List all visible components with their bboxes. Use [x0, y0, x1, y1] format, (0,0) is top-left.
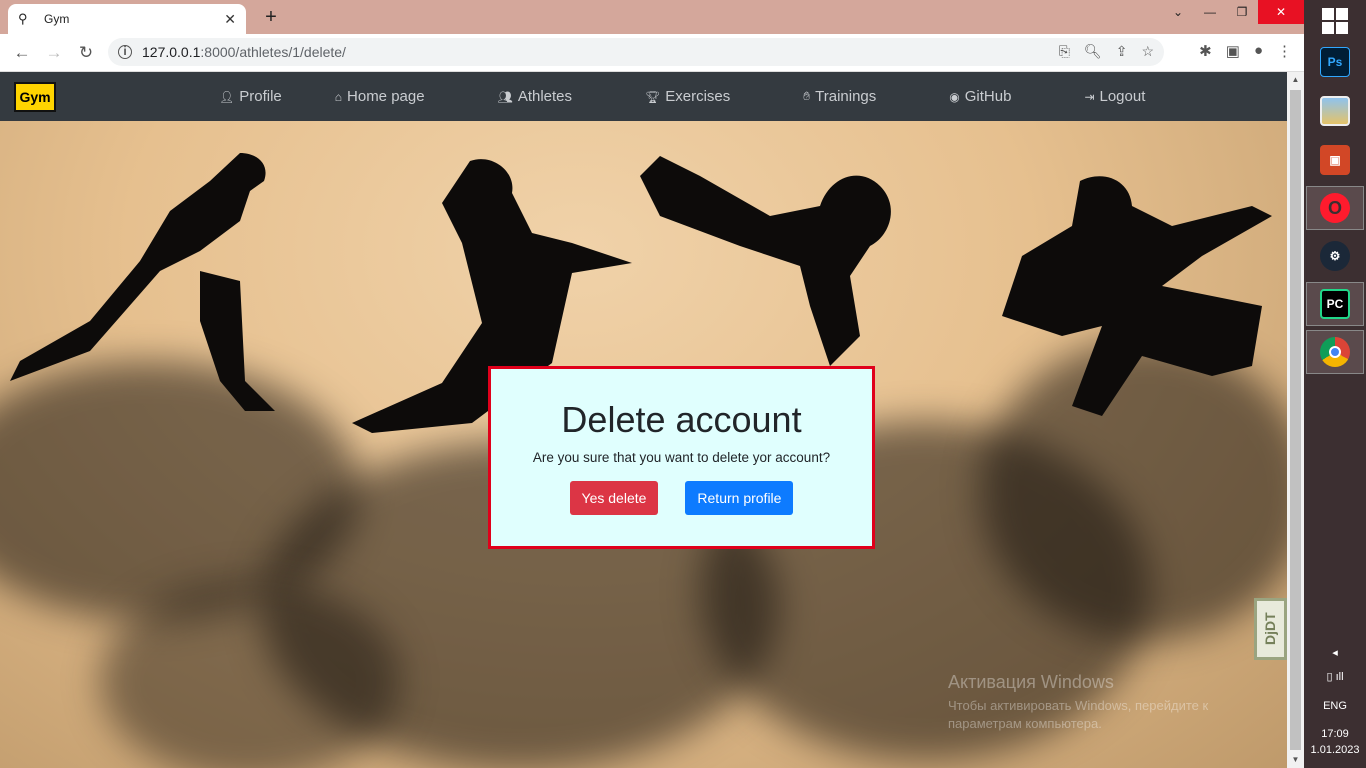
page-viewport: Gym 👤︎ Profile ⌂ Home page 👥︎ Athletes 🏆︎ Ex…	[0, 72, 1287, 768]
brand-logo[interactable]: Gym	[14, 82, 56, 112]
window-controls: ⌄ — ❐ ✕	[1162, 0, 1304, 24]
users-icon: 👥︎	[497, 89, 513, 104]
nav-link-github[interactable]: ◉ GitHub	[949, 72, 1011, 121]
share-icon[interactable]: ⇪	[1116, 43, 1128, 60]
nav-link-trainings[interactable]: ✋︎ Trainings	[803, 72, 876, 121]
battery-network-icon[interactable]: ▯ ıll	[1304, 670, 1366, 683]
windows-start-icon[interactable]	[1322, 8, 1348, 34]
watermark-title: Активация Windows	[948, 672, 1114, 692]
opera-icon[interactable]: O	[1306, 186, 1364, 230]
nav-link-home[interactable]: ⌂ Home page	[335, 72, 425, 121]
nav-link-athletes[interactable]: 👥︎ Athletes	[498, 72, 572, 121]
scroll-down-icon[interactable]: ▼	[1287, 752, 1304, 768]
scrollbar-thumb[interactable]	[1290, 90, 1301, 750]
windows-taskbar: Ps ▣ O ⚙ PC ◂ ▯ ıll ENG 17:09 1.01.2023	[1304, 0, 1366, 768]
nav-link-exercises[interactable]: 🏆︎ Exercises	[645, 72, 730, 121]
home-icon: ⌂	[334, 89, 343, 104]
hand-icon: ✋︎	[803, 89, 811, 103]
zoom-icon[interactable]: 🔍︎	[1084, 43, 1102, 60]
photoshop-icon[interactable]: Ps	[1306, 40, 1364, 84]
clock-time[interactable]: 17:09	[1304, 728, 1366, 740]
reload-icon[interactable]: ↻	[70, 43, 102, 63]
django-debug-toolbar-handle[interactable]: DjDT	[1254, 598, 1287, 660]
browser-tab[interactable]: ⚲ Gym ✕	[8, 4, 246, 34]
logout-icon: ⇥	[1084, 89, 1095, 104]
tab-search-chevron-icon[interactable]: ⌄	[1162, 0, 1194, 24]
steam-icon[interactable]: ⚙	[1306, 234, 1364, 278]
return-profile-button[interactable]: Return profile	[685, 481, 794, 515]
bookmark-star-icon[interactable]: ☆	[1141, 43, 1154, 60]
modal-message: Are you sure that you want to delete yor…	[532, 450, 831, 465]
tray-expand-icon[interactable]: ◂	[1304, 646, 1366, 659]
close-tab-icon[interactable]: ✕	[224, 11, 236, 28]
new-tab-button[interactable]: +	[258, 4, 284, 30]
forward-icon[interactable]: →	[38, 43, 70, 63]
site-info-icon[interactable]: i	[118, 45, 132, 59]
restore-button[interactable]: ❐	[1226, 0, 1258, 24]
language-indicator[interactable]: ENG	[1304, 700, 1366, 712]
back-icon[interactable]: ←	[6, 43, 38, 63]
side-panel-icon[interactable]: ▣	[1226, 42, 1240, 60]
minimize-button[interactable]: —	[1194, 0, 1226, 24]
github-icon: ◉	[949, 89, 960, 104]
site-navbar: Gym 👤︎ Profile ⌂ Home page 👥︎ Athletes 🏆︎ Ex…	[0, 72, 1287, 121]
gym-favicon-icon: ⚲	[18, 11, 28, 26]
address-bar[interactable]: i 127.0.0.1:8000/athletes/1/delete/ ⎘ 🔍︎…	[108, 38, 1164, 66]
browser-toolbar: ← → ↻ i 127.0.0.1:8000/athletes/1/delete…	[0, 34, 1304, 72]
photos-icon[interactable]	[1306, 89, 1364, 133]
scroll-up-icon[interactable]: ▲	[1287, 72, 1304, 88]
user-icon: 👤︎	[219, 89, 235, 104]
watermark-text: Чтобы активировать Windows, перейдите к …	[948, 698, 1209, 731]
nav-links: 👤︎ Profile ⌂ Home page 👥︎ Athletes 🏆︎ Exerci…	[200, 72, 1145, 121]
delete-account-modal: Delete account Are you sure that you wan…	[488, 366, 875, 549]
translate-icon[interactable]: ⎘	[1059, 43, 1070, 60]
pycharm-icon[interactable]: PC	[1306, 282, 1364, 326]
profile-avatar-icon[interactable]: ●	[1254, 42, 1263, 60]
trophy-icon: 🏆︎	[645, 89, 661, 104]
windows-activation-watermark: Активация Windows Чтобы активировать Win…	[948, 672, 1268, 733]
browser-tabstrip: ⚲ Gym ✕ + ⌄ — ❐ ✕	[0, 0, 1304, 34]
modal-actions: Yes delete Return profile	[491, 481, 872, 515]
window-close-button[interactable]: ✕	[1258, 0, 1304, 24]
yes-delete-button[interactable]: Yes delete	[569, 481, 659, 515]
modal-title: Delete account	[561, 399, 802, 440]
url-text[interactable]: 127.0.0.1:8000/athletes/1/delete/	[142, 44, 346, 60]
extensions-icon[interactable]: ✱	[1199, 42, 1212, 60]
tab-title: Gym	[44, 12, 70, 26]
powerpoint-icon[interactable]: ▣	[1306, 138, 1364, 182]
nav-link-logout[interactable]: ⇥ Logout	[1084, 72, 1145, 121]
nav-link-profile[interactable]: 👤︎ Profile	[219, 72, 282, 121]
chrome-icon[interactable]	[1306, 330, 1364, 374]
page-scrollbar[interactable]: ▲ ▼	[1287, 72, 1304, 768]
clock-date[interactable]: 1.01.2023	[1304, 744, 1366, 756]
menu-dots-icon[interactable]: ⋮	[1277, 42, 1292, 60]
